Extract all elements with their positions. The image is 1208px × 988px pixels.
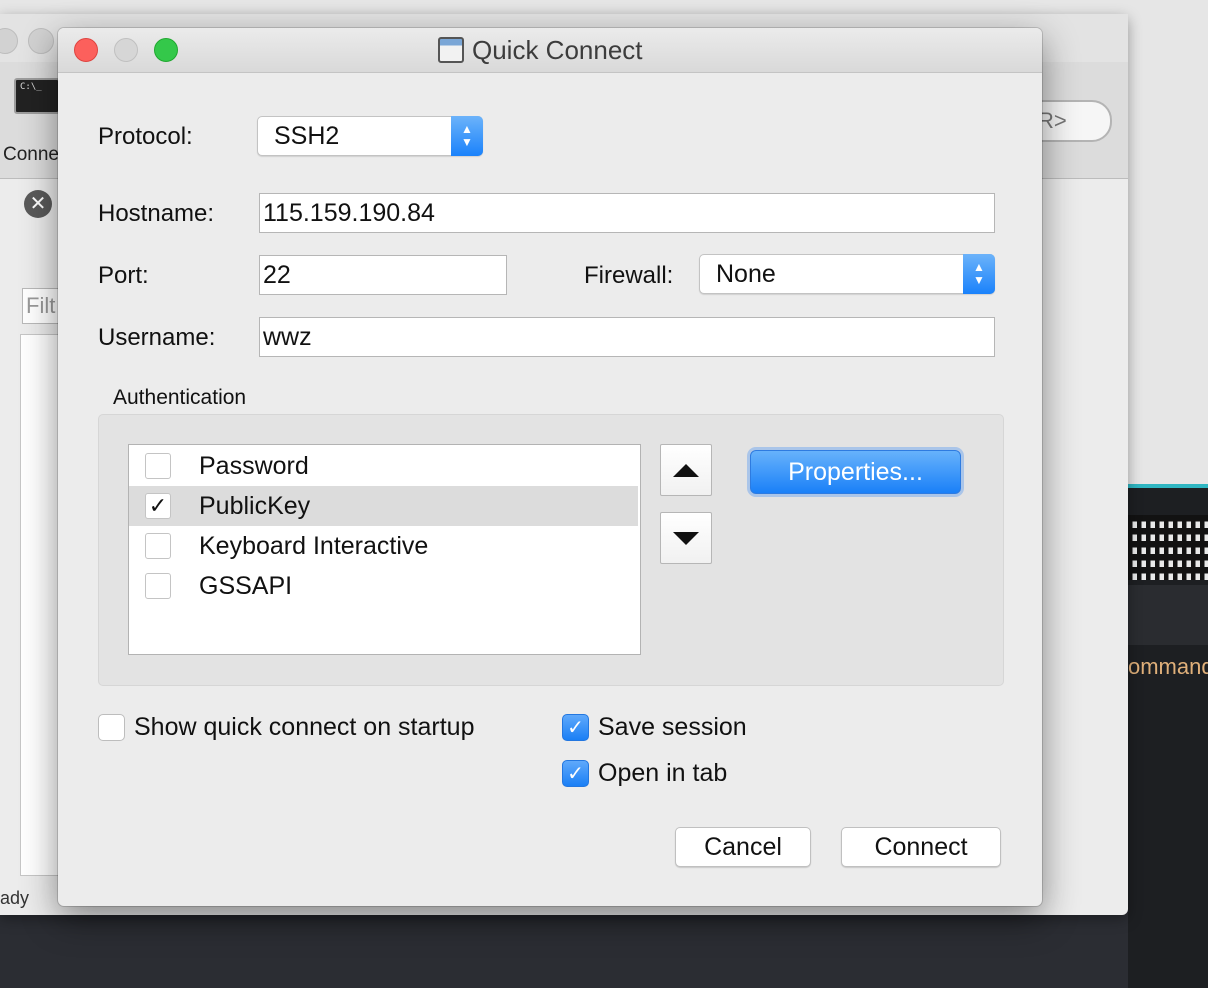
protocol-select[interactable]: SSH2 ▲ ▼ bbox=[257, 116, 483, 156]
chevron-updown-icon: ▲ ▼ bbox=[451, 116, 483, 156]
connect-button[interactable]: Connect bbox=[841, 827, 1001, 867]
auth-method-row[interactable]: ✓ PublicKey bbox=[129, 486, 638, 526]
auth-method-checkbox[interactable] bbox=[145, 573, 171, 599]
auth-method-label: PublicKey bbox=[199, 492, 311, 520]
dialog-titlebar[interactable]: Quick Connect bbox=[58, 28, 1042, 73]
username-field[interactable]: wwz bbox=[259, 317, 995, 357]
auth-method-label: Keyboard Interactive bbox=[199, 532, 429, 560]
auth-method-row[interactable]: GSSAPI bbox=[129, 566, 638, 606]
quick-connect-dialog: Quick Connect Protocol: SSH2 ▲ ▼ Hostname… bbox=[58, 28, 1042, 906]
properties-button[interactable]: Properties... bbox=[750, 450, 961, 494]
triangle-up-icon bbox=[673, 463, 699, 477]
close-window-button[interactable] bbox=[74, 38, 98, 62]
authentication-group-label: Authentication bbox=[113, 386, 247, 409]
firewall-label: Firewall: bbox=[584, 262, 674, 289]
username-label: Username: bbox=[98, 324, 216, 351]
auth-method-row[interactable]: Keyboard Interactive bbox=[129, 526, 638, 566]
protocol-label: Protocol: bbox=[98, 123, 193, 150]
show-on-startup-checkbox[interactable] bbox=[98, 714, 125, 741]
dialog-title-text: Quick Connect bbox=[472, 34, 643, 65]
terminal-text: ommand bbox=[1128, 654, 1208, 679]
firewall-value: None bbox=[716, 260, 776, 288]
auth-method-checkbox[interactable]: ✓ bbox=[145, 493, 171, 519]
close-icon[interactable]: ✕ bbox=[24, 190, 52, 218]
qr-code-image bbox=[1128, 515, 1208, 580]
auth-method-label: GSSAPI bbox=[199, 572, 293, 600]
terminal-panel bbox=[1128, 585, 1208, 645]
chevron-updown-icon: ▲ ▼ bbox=[963, 254, 995, 294]
firewall-select[interactable]: None ▲ ▼ bbox=[699, 254, 995, 294]
show-on-startup-label[interactable]: Show quick connect on startup bbox=[134, 713, 474, 742]
hostname-label: Hostname: bbox=[98, 200, 215, 227]
move-down-button[interactable] bbox=[660, 512, 712, 564]
port-field[interactable]: 22 bbox=[259, 255, 507, 295]
zoom-window-button[interactable] bbox=[154, 38, 178, 62]
save-session-label[interactable]: Save session bbox=[598, 713, 747, 742]
quick-connect-icon bbox=[438, 37, 464, 63]
protocol-value: SSH2 bbox=[274, 122, 340, 150]
auth-method-checkbox[interactable] bbox=[145, 533, 171, 559]
main-window-minimize-light[interactable] bbox=[28, 28, 54, 54]
session-list[interactable] bbox=[20, 334, 62, 876]
move-up-button[interactable] bbox=[660, 444, 712, 496]
cancel-button[interactable]: Cancel bbox=[675, 827, 811, 867]
auth-method-row[interactable]: Password bbox=[129, 446, 638, 486]
auth-methods-list[interactable]: Password ✓ PublicKey Keyboard Interactiv… bbox=[128, 444, 641, 655]
save-session-checkbox[interactable]: ✓ bbox=[562, 714, 589, 741]
minimize-window-button[interactable] bbox=[114, 38, 138, 62]
open-in-tab-checkbox[interactable]: ✓ bbox=[562, 760, 589, 787]
auth-method-checkbox[interactable] bbox=[145, 453, 171, 479]
connect-toolbar-label[interactable]: Conne bbox=[3, 144, 59, 166]
auth-method-label: Password bbox=[199, 452, 309, 480]
status-bar-text: ady bbox=[0, 888, 30, 908]
connect-terminal-icon[interactable]: C:\_ bbox=[14, 78, 60, 114]
hostname-field[interactable]: 115.159.190.84 bbox=[259, 193, 995, 233]
dialog-title: Quick Connect bbox=[438, 34, 643, 66]
open-in-tab-label[interactable]: Open in tab bbox=[598, 759, 727, 788]
main-window-close-light[interactable] bbox=[0, 28, 18, 54]
triangle-down-icon bbox=[673, 531, 699, 545]
port-label: Port: bbox=[98, 262, 149, 289]
